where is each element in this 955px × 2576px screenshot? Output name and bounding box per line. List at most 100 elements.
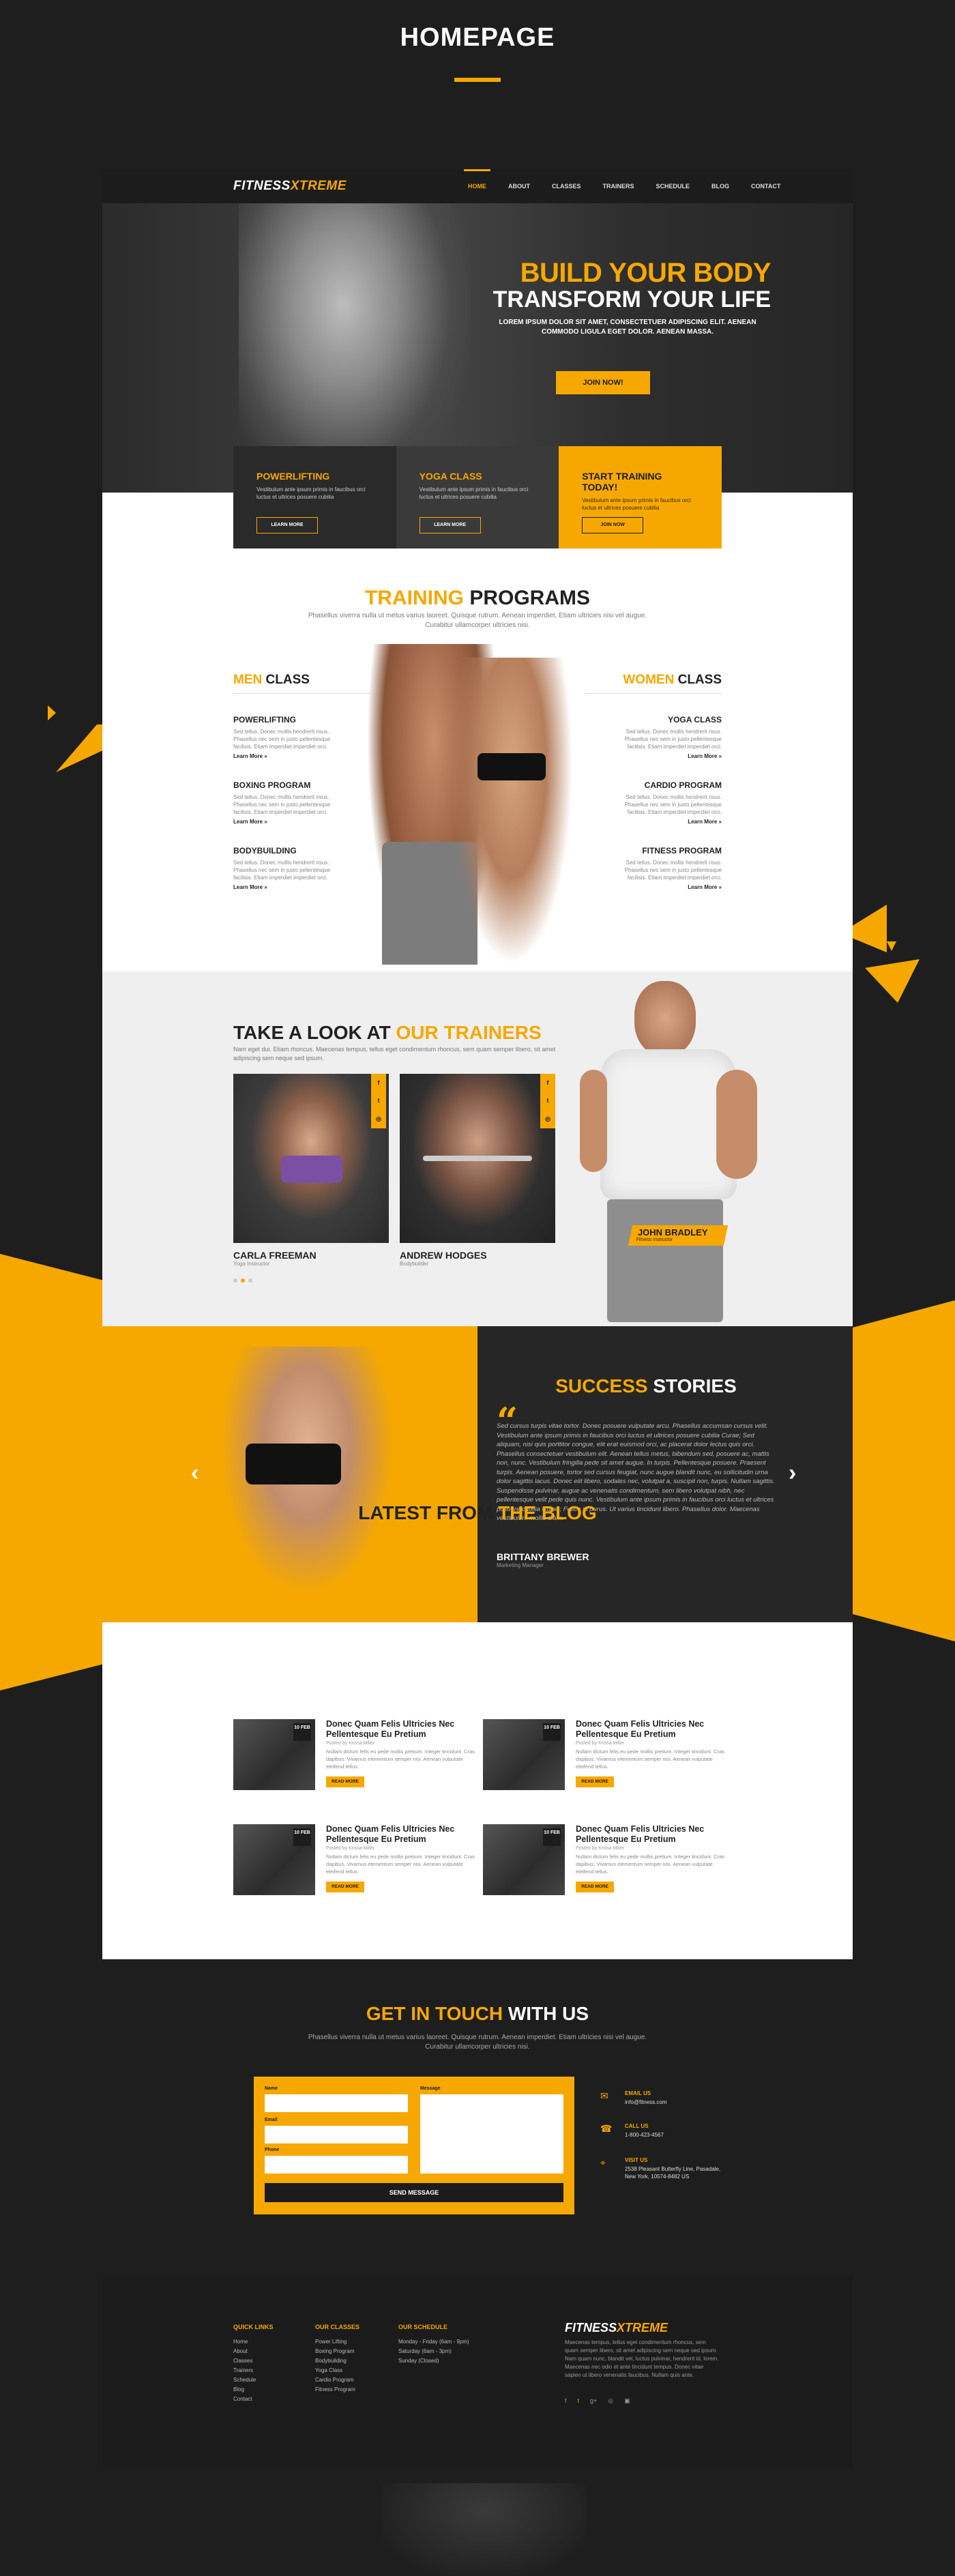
name-label: Name <box>265 2086 278 2091</box>
footer-link[interactable]: Fitness Program <box>315 2385 359 2395</box>
footer: QUICK LINKS Home About Classes Trainers … <box>102 2276 853 2468</box>
men-class-item: POWERLIFTING Sed tellus. Donec mollis he… <box>233 715 349 759</box>
promo-title: POWERLIFTING <box>256 471 330 482</box>
name-input[interactable] <box>265 2094 408 2112</box>
contact-info-value[interactable]: info@fitness.com <box>625 2098 727 2106</box>
carousel-dot-active[interactable] <box>241 1278 245 1283</box>
facebook-icon[interactable]: f <box>565 2397 567 2405</box>
footer-link[interactable]: Trainers <box>233 2366 274 2375</box>
nav-item-blog[interactable]: BLOG <box>701 169 740 203</box>
nav-item-home[interactable]: HOME <box>457 169 497 203</box>
nav-links: HOME ABOUT CLASSES TRAINERS SCHEDULE BLO… <box>457 169 791 203</box>
nav-item-contact[interactable]: CONTACT <box>740 169 791 203</box>
nav-item-trainers[interactable]: TRAINERS <box>592 169 645 203</box>
google-plus-icon[interactable]: g+ <box>590 2397 597 2405</box>
contact-info-value[interactable]: 1-800-423-4567 <box>625 2131 727 2139</box>
footer-link[interactable]: Classes <box>233 2356 274 2366</box>
learn-more-link[interactable]: Learn More » <box>233 884 349 890</box>
read-more-button[interactable]: READ MORE <box>576 1776 614 1787</box>
trainer-card[interactable]: f t ◎ <box>400 1074 555 1243</box>
footer-logo[interactable]: FITNESSXTREME <box>565 2321 668 2335</box>
trainer-pants <box>607 1199 723 1322</box>
carousel-dot[interactable] <box>248 1278 252 1283</box>
facebook-icon[interactable]: f <box>378 1079 380 1086</box>
nav-item-schedule[interactable]: SCHEDULE <box>645 169 701 203</box>
promo-start-training: START TRAINING TODAY! Vestibulum ante ip… <box>559 446 722 548</box>
footer-link[interactable]: Bodybuilding <box>315 2356 359 2366</box>
read-more-button[interactable]: READ MORE <box>326 1776 364 1787</box>
title-main: LATEST FROM <box>358 1502 493 1523</box>
instagram-icon[interactable]: ◎ <box>376 1115 381 1123</box>
trainer-card[interactable] <box>233 1074 389 1243</box>
footer-link[interactable]: Home <box>233 2337 274 2347</box>
success-name: BRITTANY BREWER <box>497 1551 589 1562</box>
women-class-heading: WOMEN CLASS <box>621 673 722 688</box>
title-underline <box>454 78 501 82</box>
women-class-item: FITNESS PROGRAM Sed tellus. Donec mollis… <box>606 846 722 890</box>
heading-accent: WOMEN <box>623 673 675 687</box>
footer-link[interactable]: Yoga Class <box>315 2366 359 2375</box>
success-woman-image <box>205 1347 409 1622</box>
read-more-button[interactable]: READ MORE <box>576 1882 614 1892</box>
deco-band-right <box>853 1300 955 1641</box>
next-arrow-icon[interactable]: › <box>789 1460 796 1487</box>
carousel-dot[interactable] <box>233 1278 237 1283</box>
footer-link[interactable]: Boxing Program <box>315 2347 359 2356</box>
learn-more-link[interactable]: Learn More » <box>233 819 349 825</box>
footer-social: f t g+ ◎ ▣ <box>565 2397 630 2405</box>
footer-link[interactable]: Cardio Program <box>315 2375 359 2385</box>
send-message-button[interactable]: SEND MESSAGE <box>265 2183 563 2202</box>
footer-background-figure <box>382 2483 587 2576</box>
contact-info-label: EMAIL US <box>625 2090 651 2096</box>
instagram-icon[interactable]: ◎ <box>608 2397 613 2405</box>
class-title: POWERLIFTING <box>233 715 296 724</box>
blog-post-title[interactable]: Donec Quam Felis Ultricies Nec Pellentes… <box>576 1719 726 1740</box>
blog-post[interactable]: 10 FEB Donec Quam Felis Ultricies Nec Pe… <box>233 1719 479 1808</box>
blog-post[interactable]: 10 FEB Donec Quam Felis Ultricies Nec Pe… <box>483 1719 729 1808</box>
phone-input[interactable] <box>265 2156 408 2174</box>
title-main: WITH US <box>508 2003 589 2024</box>
learn-more-link[interactable]: Learn More » <box>233 753 349 759</box>
learn-more-button[interactable]: LEARN MORE <box>419 517 481 533</box>
title-main: STORIES <box>653 1375 737 1396</box>
logo[interactable]: FITNESSXTREME <box>233 179 347 194</box>
logo-text: FITNESS <box>565 2321 617 2334</box>
blog-post[interactable]: 10 FEB Donec Quam Felis Ultricies Nec Pe… <box>233 1824 479 1913</box>
join-now-small-button[interactable]: JOIN NOW <box>582 517 644 533</box>
footer-link[interactable]: Schedule <box>233 2375 274 2385</box>
blog-post-title[interactable]: Donec Quam Felis Ultricies Nec Pellentes… <box>326 1719 476 1740</box>
footer-link[interactable]: Blog <box>233 2385 274 2395</box>
message-label: Message <box>420 2086 441 2091</box>
blog-post-title[interactable]: Donec Quam Felis Ultricies Nec Pellentes… <box>576 1824 726 1845</box>
learn-more-link[interactable]: Learn More » <box>606 753 722 759</box>
blog-post-title[interactable]: Donec Quam Felis Ultricies Nec Pellentes… <box>326 1824 476 1845</box>
blog-title: LATEST FROM THE BLOG <box>102 1502 853 1524</box>
learn-more-link[interactable]: Learn More » <box>606 819 722 825</box>
instagram-icon[interactable]: ◎ <box>545 1115 550 1123</box>
promo-title: YOGA CLASS <box>419 471 482 482</box>
trainers-title: TAKE A LOOK AT OUR TRAINERS <box>233 1022 542 1044</box>
twitter-icon[interactable]: t <box>547 1097 549 1104</box>
footer-link[interactable]: About <box>233 2347 274 2356</box>
nav-item-classes[interactable]: CLASSES <box>541 169 592 203</box>
learn-more-link[interactable]: Learn More » <box>606 884 722 890</box>
blog-post[interactable]: 10 FEB Donec Quam Felis Ultricies Nec Pe… <box>483 1824 729 1913</box>
email-input[interactable] <box>265 2126 408 2143</box>
twitter-icon[interactable]: t <box>578 2397 580 2405</box>
prev-arrow-icon[interactable]: ‹ <box>191 1460 199 1487</box>
message-textarea[interactable] <box>420 2094 563 2174</box>
facebook-icon[interactable]: f <box>547 1079 549 1086</box>
twitter-icon[interactable]: t <box>378 1097 380 1104</box>
youtube-icon[interactable]: ▣ <box>624 2397 630 2405</box>
footer-link[interactable]: Power Lifting <box>315 2337 359 2347</box>
footer-link[interactable]: Contact <box>233 2395 274 2404</box>
men-class-item: BOXING PROGRAM Sed tellus. Donec mollis … <box>233 780 349 825</box>
learn-more-button[interactable]: LEARN MORE <box>256 517 318 533</box>
join-now-button[interactable]: JOIN NOW! <box>556 371 650 394</box>
blog-post-excerpt: Nullam dictum felis eu pede mollis preti… <box>576 1748 725 1770</box>
nav-item-about[interactable]: ABOUT <box>497 169 541 203</box>
woman-top <box>246 1444 341 1484</box>
read-more-button[interactable]: READ MORE <box>326 1882 364 1892</box>
promo-yoga: YOGA CLASS Vestibulum ante ipsum primis … <box>396 446 559 548</box>
promo-title: START TRAINING TODAY! <box>582 471 662 493</box>
